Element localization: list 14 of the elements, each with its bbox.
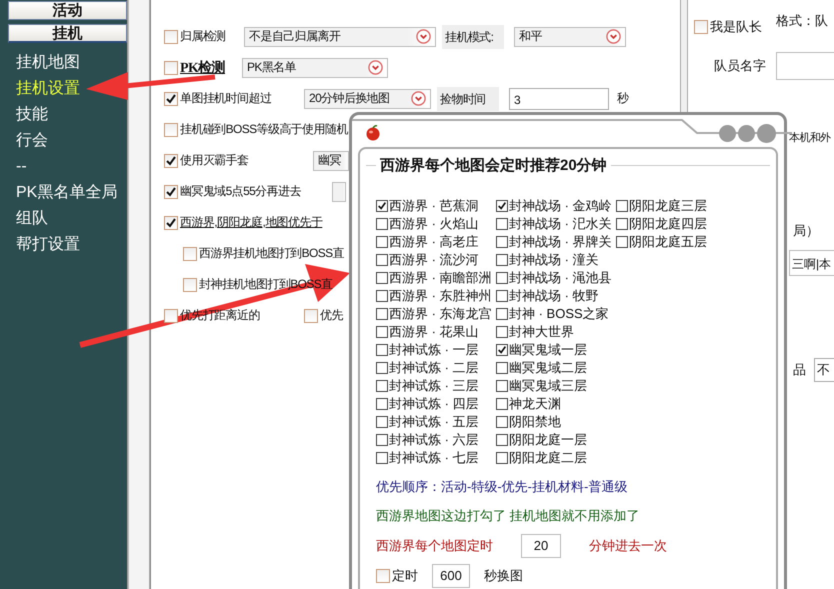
priority-note: 优先顺序：活动-特级-优先-挂机材料-普通级 — [376, 478, 628, 496]
field-label: 西游界每个地图定时 — [376, 537, 493, 555]
note-text: 本机和外 — [789, 131, 831, 145]
field-label: 品 — [793, 361, 806, 379]
group-title: 西游界每个地图会定时推荐20分钟 — [376, 157, 611, 174]
field-label: 挂机模式: — [442, 24, 504, 48]
field-label: 捡物时间 — [437, 86, 499, 110]
tip-text: 西游界地图这边打勾了 挂机地图就不用添加了 — [376, 507, 641, 525]
format-hint: 格式：队 — [776, 12, 828, 30]
unit-label: 秒换图 — [484, 567, 523, 585]
field-label: 队员名字 — [714, 57, 766, 75]
unit-label: 分钟进去一次 — [589, 537, 667, 555]
unit-label: 秒 — [616, 90, 630, 107]
note-text: 局） — [793, 222, 819, 240]
